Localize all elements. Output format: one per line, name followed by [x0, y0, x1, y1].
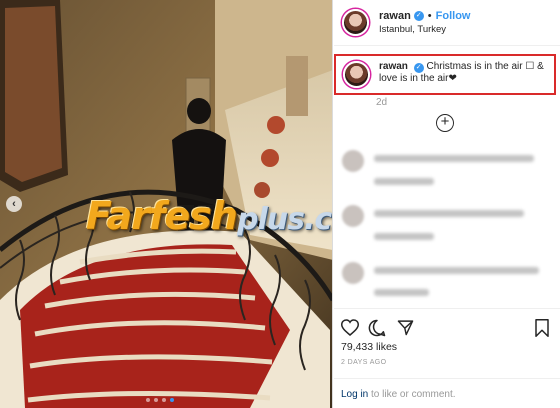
verified-badge-icon: ✓	[413, 11, 424, 21]
comment-icon[interactable]	[368, 319, 386, 337]
bookmark-icon[interactable]	[535, 319, 549, 337]
comment-avatar	[342, 150, 364, 172]
carousel-dot	[146, 398, 150, 402]
carousel-dots	[146, 398, 174, 402]
post-header: rawan ✓ • Follow Istanbul, Turkey	[334, 0, 560, 46]
carousel-dot	[154, 398, 158, 402]
action-bar	[334, 308, 560, 344]
caption-username-link[interactable]: rawan	[379, 61, 408, 72]
watermark: Farfeshplus.com	[86, 194, 332, 238]
location-link[interactable]: Istanbul, Turkey	[379, 24, 470, 35]
comment-blurred	[342, 262, 542, 302]
post-side-panel: rawan ✓ • Follow Istanbul, Turkey rawan …	[334, 0, 560, 408]
caption-avatar[interactable]	[343, 61, 370, 88]
load-more-comments-button[interactable]: +	[436, 114, 454, 132]
verified-badge-icon: ✓	[413, 63, 424, 73]
post-photo[interactable]: ‹ Farfeshplus.com	[0, 0, 333, 408]
post-date: 2 DAYS AGO	[341, 359, 387, 366]
login-prompt-text: to like or comment.	[368, 389, 456, 400]
separator-dot: •	[427, 10, 432, 22]
carousel-prev-button[interactable]: ‹	[6, 196, 22, 212]
caption-highlight: rawan ✓ Christmas is in the air ☐ & love…	[334, 54, 556, 95]
comment-meta-blurred	[374, 289, 429, 296]
avatar[interactable]	[342, 9, 369, 36]
login-prompt: Log in to like or comment.	[334, 378, 560, 408]
comment-avatar	[342, 262, 364, 284]
comment-meta-blurred	[374, 233, 434, 240]
likes-count[interactable]: 79,433 likes	[341, 341, 397, 353]
carousel-dot	[162, 398, 166, 402]
watermark-domain-text: plus.com	[236, 202, 332, 237]
username-link[interactable]: rawan	[379, 10, 411, 22]
comment-blurred	[342, 205, 542, 245]
comment-line-blurred	[374, 267, 539, 274]
comment-line-blurred	[374, 210, 524, 217]
carousel-dot-active	[170, 398, 174, 402]
comment-meta-blurred	[374, 178, 434, 185]
comment-avatar	[342, 205, 364, 227]
follow-button[interactable]: Follow	[436, 10, 471, 22]
share-icon[interactable]	[397, 319, 414, 336]
caption: rawan ✓ Christmas is in the air ☐ & love…	[379, 61, 549, 85]
comment-blurred	[342, 150, 542, 190]
watermark-main-text: Farfesh	[86, 194, 238, 238]
heart-icon[interactable]	[341, 319, 359, 336]
login-link[interactable]: Log in	[341, 389, 368, 400]
comment-line-blurred	[374, 155, 534, 162]
caption-time-ago[interactable]: 2d	[376, 97, 387, 108]
